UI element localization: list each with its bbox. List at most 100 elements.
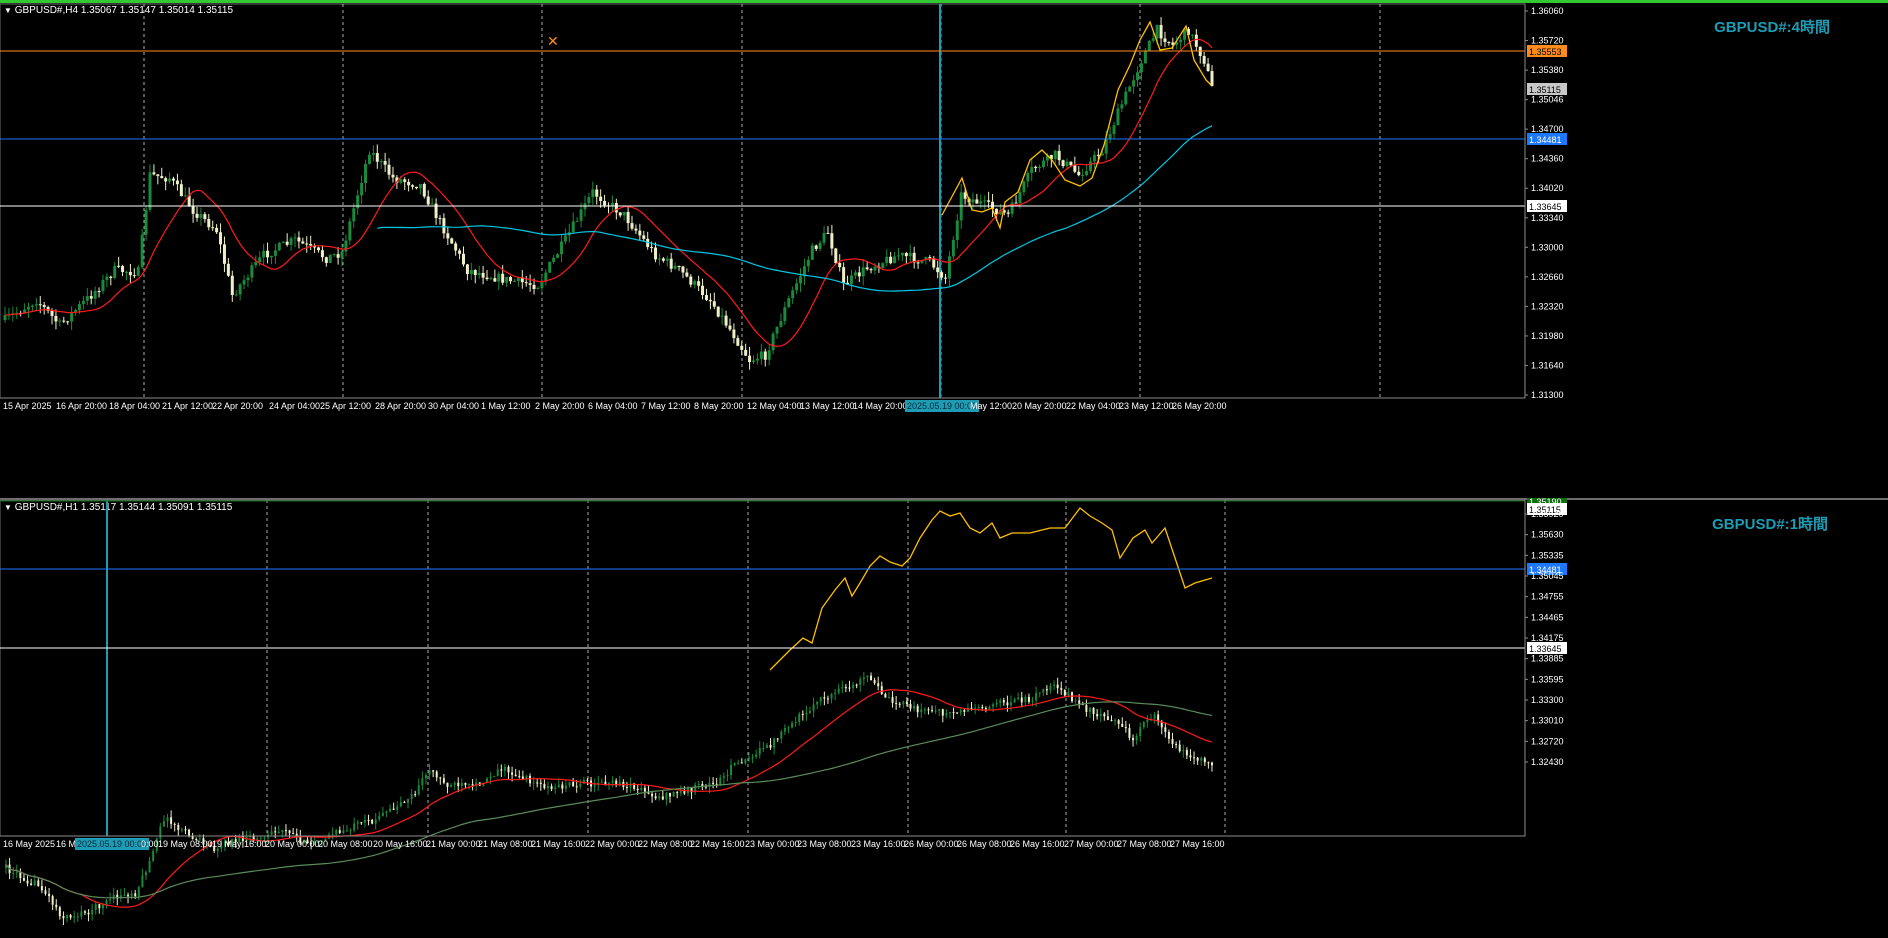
- bull-candle: [812, 704, 815, 712]
- chart-panel-h1[interactable]: ▼ GBPUSD#,H1 1.35117 1.35144 1.35091 1.3…: [0, 498, 1888, 938]
- bull-candle: [834, 692, 837, 694]
- current-price-tag-label: 1.35115: [1529, 85, 1561, 95]
- bear-candle: [458, 250, 462, 254]
- bear-candle: [500, 769, 503, 771]
- bull-candle: [799, 276, 803, 284]
- time-tick-label: 28 Apr 20:00: [375, 401, 426, 411]
- bear-candle: [669, 792, 672, 797]
- bull-candle: [430, 203, 434, 205]
- bear-candle: [848, 687, 851, 689]
- bull-candle: [277, 242, 281, 251]
- bear-candle: [160, 176, 164, 179]
- bear-candle: [1027, 696, 1030, 702]
- bull-candle: [665, 792, 668, 800]
- bear-candle: [1085, 704, 1088, 712]
- bear-candle: [927, 709, 930, 711]
- bull-candle: [477, 273, 481, 276]
- price-tick-label: 1.34700: [1531, 124, 1564, 134]
- white-level-tag-label: 1.33645: [1529, 202, 1562, 212]
- bear-candle: [823, 697, 826, 699]
- bear-candle: [1178, 744, 1181, 752]
- bear-candle: [391, 174, 395, 178]
- bear-candle: [48, 893, 51, 897]
- bear-candle: [446, 233, 450, 239]
- bear-candle: [42, 304, 46, 308]
- bear-candle: [676, 792, 679, 794]
- bear-candle: [188, 829, 191, 837]
- bear-candle: [898, 703, 901, 705]
- bear-candle: [928, 257, 932, 259]
- time-tick-label: 7 May 12:00: [641, 401, 691, 411]
- bull-candle: [893, 256, 897, 264]
- drawing-tool-icon[interactable]: ✕: [547, 33, 559, 49]
- bear-candle: [317, 247, 321, 251]
- bear-candle: [207, 218, 211, 228]
- bull-candle: [417, 785, 420, 795]
- bull-candle: [349, 830, 352, 832]
- bear-candle: [1132, 737, 1135, 741]
- bear-candle: [411, 185, 415, 187]
- bear-candle: [1164, 727, 1167, 732]
- bull-candle: [853, 272, 857, 276]
- bull-candle: [841, 687, 844, 689]
- bear-candle: [1103, 713, 1106, 717]
- bull-candle: [410, 794, 413, 799]
- bear-candle: [689, 276, 693, 285]
- bull-candle: [1041, 160, 1045, 168]
- bull-candle: [587, 197, 591, 204]
- time-tick-label: 23 May 12:00: [1119, 401, 1174, 411]
- bear-candle: [62, 320, 66, 322]
- bear-candle: [532, 284, 536, 289]
- price-tick-label: 1.35045: [1531, 571, 1564, 581]
- bear-candle: [987, 200, 991, 202]
- bull-candle: [611, 780, 614, 783]
- time-tick-label: 6 May 04:00: [588, 401, 638, 411]
- bear-candle: [614, 203, 618, 213]
- bull-candle: [332, 254, 336, 256]
- bear-candle: [857, 272, 861, 277]
- bear-candle: [230, 275, 234, 295]
- bull-candle: [1031, 700, 1034, 702]
- bull-candle: [140, 234, 144, 268]
- bear-candle: [1069, 161, 1073, 166]
- time-tick-label: 15 Apr 2025: [3, 401, 52, 411]
- price-tick-label: 1.36060: [1531, 6, 1564, 16]
- bull-candle: [148, 860, 151, 873]
- bull-candle: [679, 791, 682, 793]
- bear-candle: [712, 782, 715, 784]
- bull-candle: [183, 195, 187, 197]
- bear-candle: [1117, 720, 1120, 724]
- bear-candle: [219, 232, 223, 245]
- chart-canvas-h1[interactable]: 1.355531.351901.351151.344811.336451.359…: [0, 498, 1888, 938]
- bear-candle: [152, 172, 156, 175]
- bear-candle: [414, 186, 418, 189]
- bear-candle: [392, 808, 395, 810]
- bear-candle: [769, 744, 772, 748]
- bear-candle: [936, 267, 940, 273]
- bull-candle: [335, 830, 338, 835]
- chart-canvas-h4[interactable]: 1.35553 1.35115 1.34481 1.33645 1.36060 1.357…: [0, 0, 1888, 498]
- bull-candle: [70, 312, 74, 322]
- bear-candle: [661, 796, 664, 800]
- chart-panel-h4[interactable]: ▼ GBPUSD#,H4 1.35067 1.35147 1.35014 1.3…: [0, 0, 1888, 498]
- bear-candle: [916, 262, 920, 264]
- bull-candle: [493, 775, 496, 777]
- bull-candle: [955, 220, 959, 241]
- time-tick-label: 20 May 16:00: [373, 839, 428, 849]
- bull-candle: [270, 831, 273, 835]
- bull-candle: [1108, 134, 1112, 140]
- bull-candle: [751, 756, 754, 758]
- bear-candle: [941, 709, 944, 716]
- bear-candle: [1171, 738, 1174, 745]
- bull-candle: [881, 263, 885, 268]
- bear-candle: [1078, 700, 1081, 705]
- bear-candle: [654, 796, 657, 799]
- bull-candle: [762, 747, 765, 749]
- bull-candle: [552, 257, 556, 262]
- bear-candle: [909, 703, 912, 709]
- bull-candle: [819, 697, 822, 702]
- bear-candle: [763, 351, 767, 360]
- bear-candle: [1167, 731, 1170, 739]
- bull-candle: [733, 763, 736, 766]
- bear-candle: [191, 206, 195, 214]
